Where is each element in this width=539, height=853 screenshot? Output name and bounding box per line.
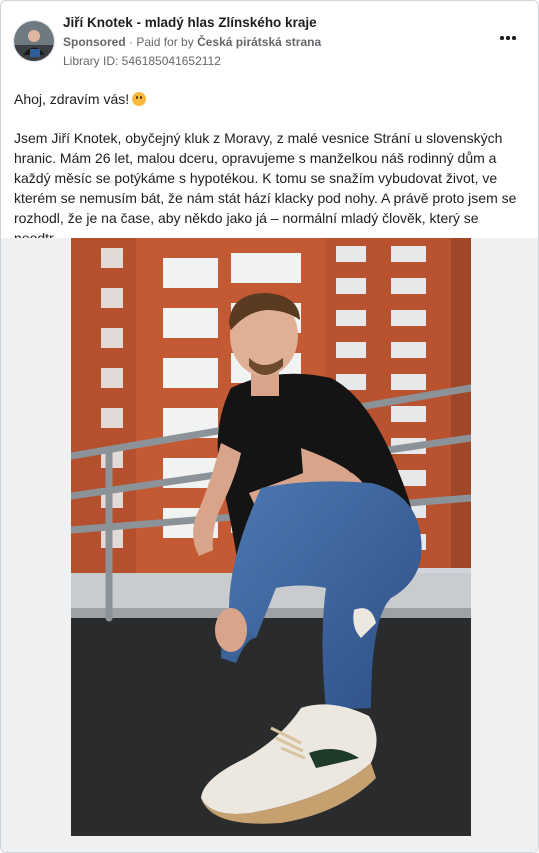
media-container — [1, 238, 538, 852]
greeting-text: Ahoj, zdravím vás! — [14, 91, 130, 107]
ad-header: Jiří Knotek - mladý hlas Zlínského kraje… — [13, 13, 526, 73]
post-greeting: Ahoj, zdravím vás! — [14, 89, 526, 109]
ad-card: Jiří Knotek - mladý hlas Zlínského kraje… — [0, 0, 539, 853]
page-avatar[interactable] — [13, 20, 55, 62]
sponsored-line: Sponsored · Paid for by Česká pirátská s… — [63, 35, 321, 49]
library-id: Library ID: 546185041652112 — [63, 54, 221, 68]
post-text: Ahoj, zdravím vás! Jsem Jiří Knotek, oby… — [14, 89, 526, 248]
paid-for-by-name[interactable]: Česká pirátská strana — [197, 35, 321, 49]
smiling-face-icon — [132, 92, 147, 106]
post-body: Jsem Jiří Knotek, obyčejný kluk z Moravy… — [14, 130, 517, 246]
page-name-link[interactable]: Jiří Knotek - mladý hlas Zlínského kraje — [63, 15, 317, 30]
paid-for-prefix: Paid for by — [136, 35, 194, 49]
ad-photo[interactable] — [71, 238, 471, 836]
ellipsis-icon[interactable] — [496, 29, 520, 47]
sponsored-label: Sponsored — [63, 35, 126, 49]
